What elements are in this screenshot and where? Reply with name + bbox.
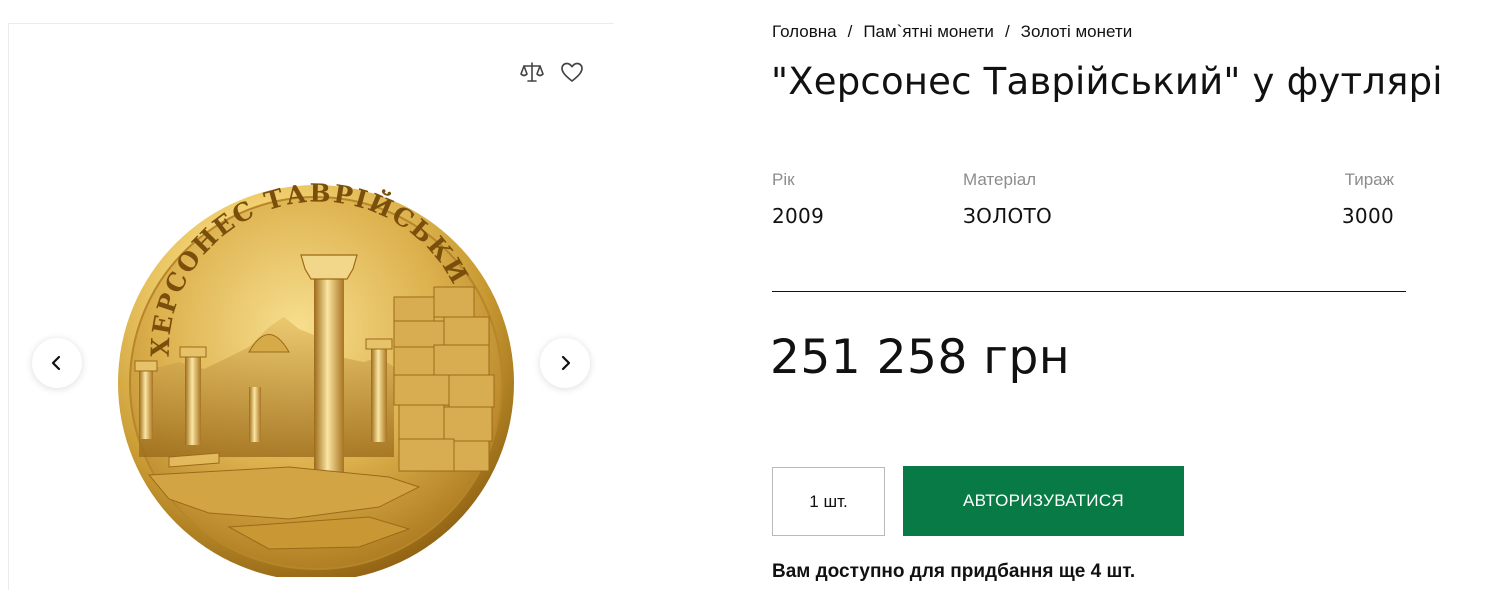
breadcrumb-commemorative-coins[interactable]: Пам`ятні монети (863, 22, 994, 41)
availability-text: Вам доступно для придбання ще 4 шт. (772, 561, 1136, 582)
divider (772, 291, 1406, 292)
breadcrumb-gold-coins[interactable]: Золоті монети (1021, 22, 1133, 41)
spec-material: Матеріал ЗОЛОТО (963, 170, 1052, 228)
spec-mintage: Тираж 3000 (1310, 170, 1394, 228)
spec-year: Рік 2009 (772, 170, 824, 228)
favorite-button[interactable] (558, 58, 586, 86)
coin-image: ХЕРСОНЕС ТАВРІЙСЬКИЙ (96, 132, 523, 581)
product-gallery: ХЕРСОНЕС ТАВРІЙСЬКИЙ (8, 23, 614, 590)
spec-material-label: Матеріал (963, 170, 1037, 189)
spec-material-value: ЗОЛОТО (963, 204, 1053, 228)
authorize-button[interactable]: АВТОРИЗУВАТИСЯ (903, 466, 1184, 536)
compare-button[interactable] (518, 58, 546, 86)
product-page: ХЕРСОНЕС ТАВРІЙСЬКИЙ Головна / Пам`ятні мо… (0, 0, 1507, 590)
breadcrumb-home[interactable]: Головна (772, 22, 837, 41)
breadcrumb-separator: / (847, 22, 853, 41)
spec-year-label: Рік (772, 170, 795, 189)
spec-mintage-value: 3000 (1341, 204, 1394, 228)
product-title: "Херсонес Таврійський" у футлярі (771, 60, 1443, 103)
gallery-next-button[interactable] (540, 338, 590, 388)
scales-icon (520, 62, 544, 82)
gallery-prev-button[interactable] (32, 338, 82, 388)
chevron-right-icon (561, 355, 571, 371)
chevron-left-icon (51, 355, 61, 371)
breadcrumb-separator: / (1004, 22, 1010, 41)
product-price: 251 258 грн (770, 330, 1071, 385)
heart-icon (561, 62, 583, 82)
breadcrumb: Головна / Пам`ятні монети / Золоті монети (772, 22, 1132, 42)
spec-mintage-label: Тираж (1344, 170, 1394, 189)
quantity-field[interactable]: 1 шт. (772, 467, 885, 536)
spec-year-value: 2009 (772, 204, 825, 228)
